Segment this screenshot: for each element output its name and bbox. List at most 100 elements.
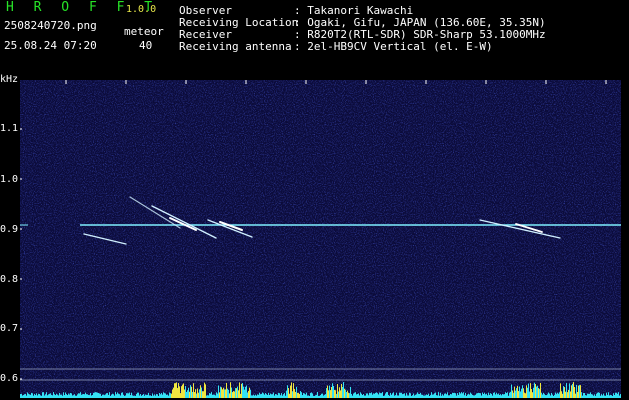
level-bar (176, 382, 177, 398)
level-bar (298, 392, 299, 398)
level-bar (122, 392, 123, 398)
level-bar (500, 394, 501, 398)
level-bar (206, 395, 207, 398)
level-bar (341, 383, 342, 398)
level-bar (48, 394, 49, 398)
level-bar (72, 395, 73, 398)
level-bar (106, 393, 107, 398)
level-bar (74, 394, 75, 398)
level-bar (80, 392, 81, 398)
level-bar (104, 395, 105, 398)
level-bar (99, 393, 100, 398)
level-bar (370, 393, 371, 398)
level-bar (483, 393, 484, 398)
level-bar (475, 394, 476, 398)
level-bar (435, 392, 436, 398)
level-bar (163, 392, 164, 398)
level-bar (577, 391, 578, 398)
level-bar (359, 395, 360, 398)
antenna-value: : 2el-HB9CV Vertical (el. E-W) (294, 40, 493, 53)
level-bar (140, 394, 141, 398)
level-bar (199, 389, 200, 398)
level-bar (136, 393, 137, 398)
level-bar (417, 392, 418, 398)
level-bar (582, 395, 583, 398)
level-bar (611, 395, 612, 398)
level-bar (64, 395, 65, 398)
level-bar (270, 393, 271, 398)
level-bar (300, 391, 301, 398)
level-bar (274, 395, 275, 398)
level-bar (224, 389, 225, 398)
level-bar (464, 395, 465, 398)
level-bar (506, 393, 507, 398)
level-bar (564, 387, 565, 398)
level-bar (114, 395, 115, 398)
level-bar (288, 388, 289, 398)
level-bar (235, 388, 236, 398)
level-bar (67, 395, 68, 398)
level-bar (320, 395, 321, 398)
level-bar (76, 395, 77, 398)
level-bar (360, 392, 361, 398)
level-bar (469, 394, 470, 398)
level-bar (264, 394, 265, 398)
level-bar (440, 392, 441, 398)
level-bar (112, 393, 113, 398)
meteor-label: meteor (124, 25, 164, 38)
level-bar (318, 395, 319, 398)
level-bar (46, 392, 47, 398)
level-bar (516, 388, 517, 398)
level-bar (609, 395, 610, 398)
spectrogram-plot (20, 80, 621, 398)
level-bar (432, 394, 433, 398)
level-bar (310, 393, 311, 398)
level-bar (495, 394, 496, 398)
level-bar (585, 395, 586, 398)
level-bar (49, 393, 50, 398)
level-bar (393, 392, 394, 398)
level-bar (330, 390, 331, 398)
level-bar (389, 395, 390, 398)
level-bar (536, 386, 537, 398)
level-bar (532, 392, 533, 398)
level-bar (442, 394, 443, 398)
level-bar (157, 394, 158, 398)
level-bar (315, 395, 316, 398)
level-bar (271, 394, 272, 398)
level-bar (37, 395, 38, 398)
level-bar (443, 395, 444, 398)
level-bar (337, 384, 338, 398)
level-bar (118, 393, 119, 398)
level-bar (42, 392, 43, 398)
level-bar (319, 395, 320, 398)
level-bar (247, 392, 248, 398)
level-bar (56, 393, 57, 398)
level-bar (54, 394, 55, 398)
level-bar (297, 392, 298, 398)
level-bar (259, 392, 260, 398)
level-bar (419, 393, 420, 398)
level-bar (507, 392, 508, 398)
level-bar (201, 387, 202, 398)
level-bar (21, 393, 22, 398)
level-bar (562, 393, 563, 398)
level-bar (159, 392, 160, 398)
level-bar (461, 392, 462, 398)
level-bar (91, 395, 92, 398)
level-bar (108, 394, 109, 398)
level-bar (423, 395, 424, 398)
level-bar (92, 394, 93, 398)
level-bar (406, 393, 407, 398)
level-bar (71, 393, 72, 398)
level-bar (502, 394, 503, 398)
level-bar (125, 395, 126, 398)
level-bar (338, 391, 339, 398)
level-bar (509, 392, 510, 398)
level-bar (135, 395, 136, 398)
level-bar (265, 393, 266, 398)
level-bar (223, 387, 224, 398)
level-bar (385, 393, 386, 398)
level-bar (229, 393, 230, 398)
level-bar (200, 385, 201, 398)
